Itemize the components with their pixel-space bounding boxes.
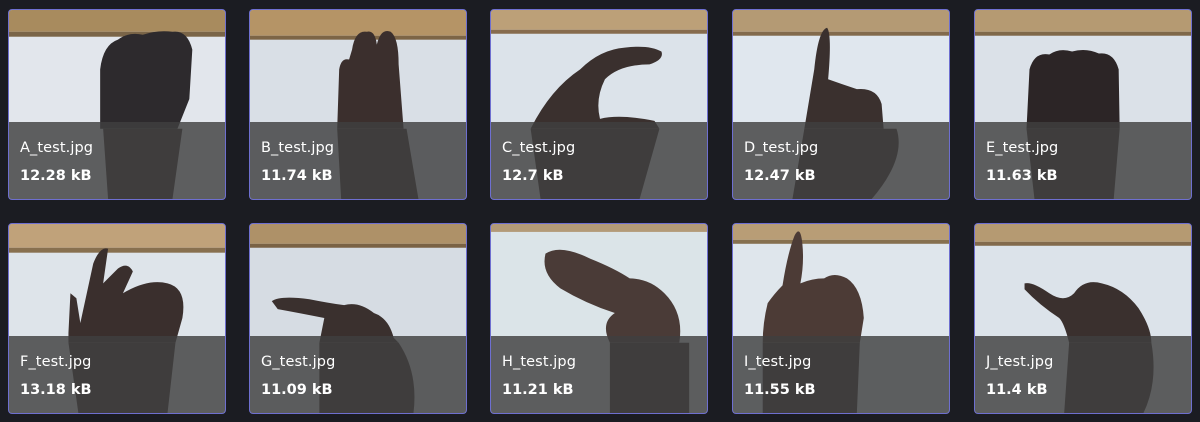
- file-name: H_test.jpg: [502, 354, 577, 370]
- file-name: C_test.jpg: [502, 140, 576, 156]
- file-caption: H_test.jpg 11.21 kB: [491, 336, 707, 413]
- file-card-f[interactable]: F_test.jpg 13.18 kB: [8, 223, 226, 414]
- file-grid: A_test.jpg 12.28 kB B_test.jpg 11.74 kB: [0, 0, 1200, 422]
- file-size: 11.4 kB: [986, 382, 1048, 398]
- file-card-a[interactable]: A_test.jpg 12.28 kB: [8, 9, 226, 200]
- file-caption: B_test.jpg 11.74 kB: [250, 122, 466, 199]
- file-caption: A_test.jpg 12.28 kB: [9, 122, 225, 199]
- file-caption: G_test.jpg 11.09 kB: [250, 336, 466, 413]
- file-caption: D_test.jpg 12.47 kB: [733, 122, 949, 199]
- file-card-b[interactable]: B_test.jpg 11.74 kB: [249, 9, 467, 200]
- file-name: F_test.jpg: [20, 354, 92, 370]
- file-card-d[interactable]: D_test.jpg 12.47 kB: [732, 9, 950, 200]
- file-card-i[interactable]: I_test.jpg 11.55 kB: [732, 223, 950, 414]
- file-caption: J_test.jpg 11.4 kB: [975, 336, 1191, 413]
- file-size: 11.55 kB: [744, 382, 816, 398]
- file-name: D_test.jpg: [744, 140, 819, 156]
- file-name: A_test.jpg: [20, 140, 94, 156]
- file-size: 12.7 kB: [502, 168, 564, 184]
- file-card-e[interactable]: E_test.jpg 11.63 kB: [974, 9, 1192, 200]
- file-name: G_test.jpg: [261, 354, 336, 370]
- file-name: I_test.jpg: [744, 354, 812, 370]
- file-size: 11.63 kB: [986, 168, 1058, 184]
- file-caption: F_test.jpg 13.18 kB: [9, 336, 225, 413]
- file-card-h[interactable]: H_test.jpg 11.21 kB: [490, 223, 708, 414]
- file-size: 13.18 kB: [20, 382, 92, 398]
- file-name: E_test.jpg: [986, 140, 1059, 156]
- file-size: 11.74 kB: [261, 168, 333, 184]
- file-size: 12.28 kB: [20, 168, 92, 184]
- file-size: 11.09 kB: [261, 382, 333, 398]
- file-caption: C_test.jpg 12.7 kB: [491, 122, 707, 199]
- file-name: B_test.jpg: [261, 140, 335, 156]
- file-size: 11.21 kB: [502, 382, 574, 398]
- file-card-j[interactable]: J_test.jpg 11.4 kB: [974, 223, 1192, 414]
- file-caption: I_test.jpg 11.55 kB: [733, 336, 949, 413]
- file-name: J_test.jpg: [986, 354, 1054, 370]
- file-size: 12.47 kB: [744, 168, 816, 184]
- file-card-g[interactable]: G_test.jpg 11.09 kB: [249, 223, 467, 414]
- file-card-c[interactable]: C_test.jpg 12.7 kB: [490, 9, 708, 200]
- file-caption: E_test.jpg 11.63 kB: [975, 122, 1191, 199]
